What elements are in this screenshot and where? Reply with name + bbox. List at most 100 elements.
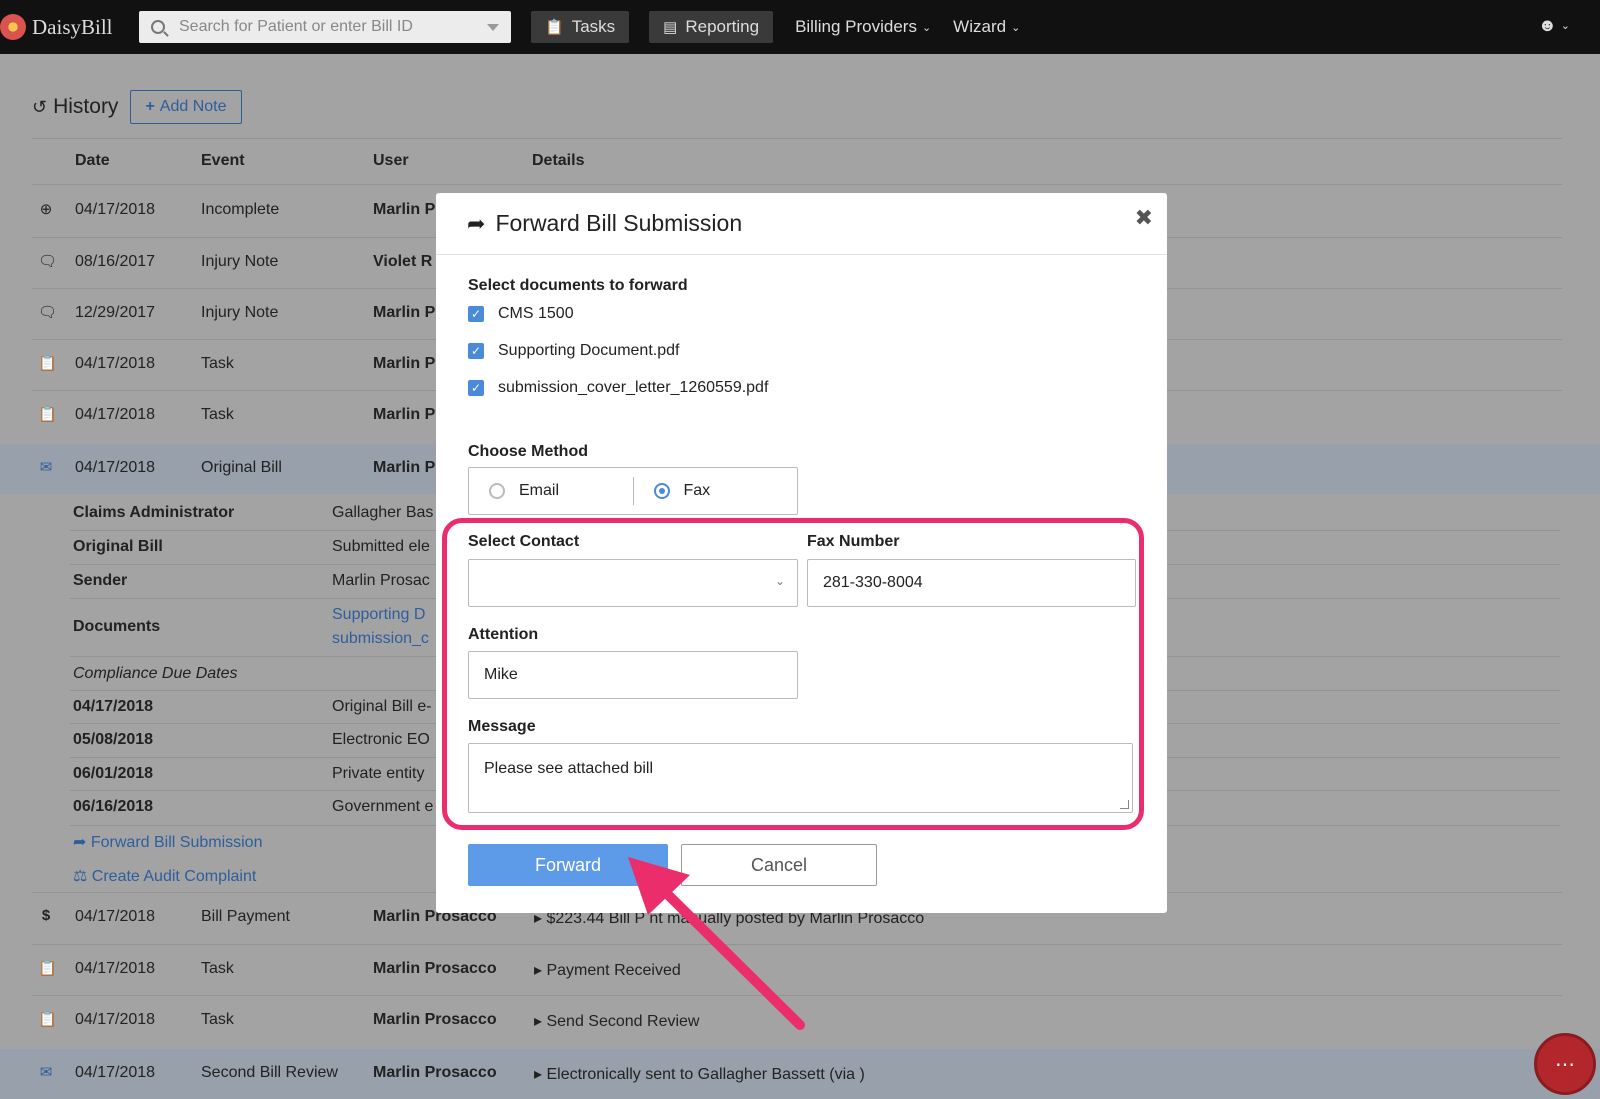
row-user: Marlin P [373, 201, 436, 218]
row-date: 04/17/2018 [75, 201, 156, 218]
checkmark-icon: ✓ [468, 306, 484, 322]
radio-circle-icon [489, 483, 505, 499]
modal-title: ➦ Forward Bill Submission [467, 210, 742, 237]
clipboard-icon: 📋 [38, 355, 57, 372]
row-user: Marlin P [373, 304, 436, 321]
divider [32, 138, 1562, 139]
method-radio-group: Email Fax [468, 467, 798, 515]
method-fax-radio[interactable]: Fax [634, 482, 798, 500]
forward-bill-submission-link[interactable]: ➦ Forward Bill Submission [73, 832, 262, 852]
due-date: 05/08/2018 [73, 731, 154, 748]
row-event: Task [201, 960, 234, 977]
due-date-desc: Government e [332, 798, 434, 815]
scale-icon: ⚖ [73, 868, 88, 885]
history-title-text: History [53, 95, 119, 118]
history-header: ↺ History + Add Note [32, 90, 242, 124]
brand-logo[interactable]: DaisyBill [0, 14, 130, 40]
clipboard-icon: 📋 [545, 19, 564, 36]
original-bill-value: Submitted ele [332, 538, 430, 555]
row-user: Violet R [373, 253, 433, 270]
share-arrow-icon: ➦ [73, 834, 87, 851]
document-link[interactable]: submission_c [332, 630, 429, 648]
search-icon [151, 20, 165, 34]
row-date: 08/16/2017 [75, 253, 156, 270]
bar-chart-icon: ▤ [663, 19, 678, 36]
comment-icon: 🗨 [38, 253, 58, 270]
select-documents-label: Select documents to forward [468, 277, 688, 294]
row-date: 04/17/2018 [75, 355, 156, 372]
document-checkbox-label: CMS 1500 [498, 305, 574, 322]
document-checkbox[interactable]: ✓ submission_cover_letter_1260559.pdf [468, 379, 768, 397]
row-user: Marlin P [373, 355, 436, 372]
row-user: Marlin P [373, 459, 436, 476]
column-header-date: Date [75, 152, 110, 169]
row-details[interactable]: ▸ Electronically sent to Gallagher Basse… [534, 1064, 865, 1084]
row-user: Marlin Prosacco [373, 1064, 497, 1081]
create-audit-complaint-link[interactable]: ⚖ Create Audit Complaint [73, 866, 256, 886]
chat-icon[interactable]: ⋯ [1534, 1033, 1596, 1095]
row-date: 12/29/2017 [75, 304, 156, 321]
row-date: 04/17/2018 [75, 1064, 156, 1081]
document-link[interactable]: Supporting D [332, 606, 425, 624]
tasks-label: Tasks [571, 17, 616, 36]
reporting-button[interactable]: ▤ Reporting [649, 11, 774, 43]
claims-admin-value: Gallagher Bas [332, 504, 434, 521]
due-date: 06/16/2018 [73, 798, 154, 815]
modal-header: ➦ Forward Bill Submission ✖ [436, 193, 1167, 255]
chevron-down-icon: ⌄ [921, 21, 932, 34]
modal-title-text: Forward Bill Submission [495, 210, 743, 236]
search-input[interactable]: Search for Patient or enter Bill ID [139, 11, 511, 43]
tasks-button[interactable]: 📋 Tasks [531, 11, 630, 43]
annotation-arrow-icon [628, 857, 805, 1030]
chevron-down-icon[interactable] [487, 23, 499, 31]
divider [32, 184, 1562, 185]
checkmark-icon: ✓ [468, 380, 484, 396]
document-checkbox[interactable]: ✓ Supporting Document.pdf [468, 342, 679, 360]
document-checkbox-label: submission_cover_letter_1260559.pdf [498, 379, 769, 396]
billing-providers-menu[interactable]: Billing Providers ⌄ [795, 17, 931, 37]
forward-link-label: Forward Bill Submission [90, 834, 263, 851]
search-placeholder: Search for Patient or enter Bill ID [179, 18, 413, 35]
close-icon[interactable]: ✖ [1135, 205, 1153, 231]
table-row[interactable]: ✉ 04/17/2018 Second Bill Review Marlin P… [0, 1049, 1600, 1099]
method-fax-label: Fax [683, 482, 711, 499]
row-event: Injury Note [201, 253, 279, 270]
dollar-icon: $ [41, 907, 51, 924]
checkmark-icon: ✓ [468, 343, 484, 359]
sender-value: Marlin Prosac [332, 572, 430, 589]
document-checkbox[interactable]: ✓ CMS 1500 [468, 305, 574, 323]
row-user: Marlin Prosacco [373, 960, 497, 977]
document-checkbox-label: Supporting Document.pdf [498, 342, 680, 359]
clipboard-icon: 📋 [38, 406, 57, 423]
row-event: Task [201, 355, 234, 372]
row-date: 04/17/2018 [75, 1011, 156, 1028]
plus-circle-icon: ⊕ [39, 201, 53, 218]
wizard-menu[interactable]: Wizard ⌄ [953, 17, 1020, 37]
method-email-radio[interactable]: Email [469, 482, 633, 500]
due-date-desc: Private entity [332, 765, 425, 782]
top-navbar: DaisyBill Search for Patient or enter Bi… [0, 0, 1600, 54]
user-menu[interactable]: ☻ ⌄ [1538, 15, 1570, 36]
chevron-down-icon: ⌄ [1560, 20, 1570, 32]
row-event: Task [201, 1011, 234, 1028]
row-event: Bill Payment [201, 908, 290, 925]
compliance-due-dates-label: Compliance Due Dates [73, 665, 238, 682]
envelope-icon: ✉ [39, 1064, 53, 1081]
row-date: 04/17/2018 [75, 406, 156, 423]
envelope-icon: ✉ [39, 459, 53, 476]
history-icon: ↺ [32, 96, 48, 117]
add-note-button[interactable]: + Add Note [130, 90, 242, 124]
column-header-user: User [373, 152, 409, 169]
choose-method-label: Choose Method [468, 443, 588, 460]
due-date: 04/17/2018 [73, 698, 154, 715]
due-date-desc: Original Bill e- [332, 698, 432, 715]
chevron-down-icon: ⌄ [1011, 21, 1021, 34]
row-event: Second Bill Review [201, 1064, 338, 1081]
highlight-annotation [442, 518, 1144, 830]
billing-providers-label: Billing Providers [795, 17, 917, 36]
plus-icon: + [145, 98, 155, 115]
row-details-text: Electronically sent to Gallagher Bassett… [546, 1066, 865, 1083]
clipboard-icon: 📋 [38, 1011, 57, 1028]
row-event: Injury Note [201, 304, 279, 321]
user-avatar-icon: ☻ [1537, 15, 1557, 35]
